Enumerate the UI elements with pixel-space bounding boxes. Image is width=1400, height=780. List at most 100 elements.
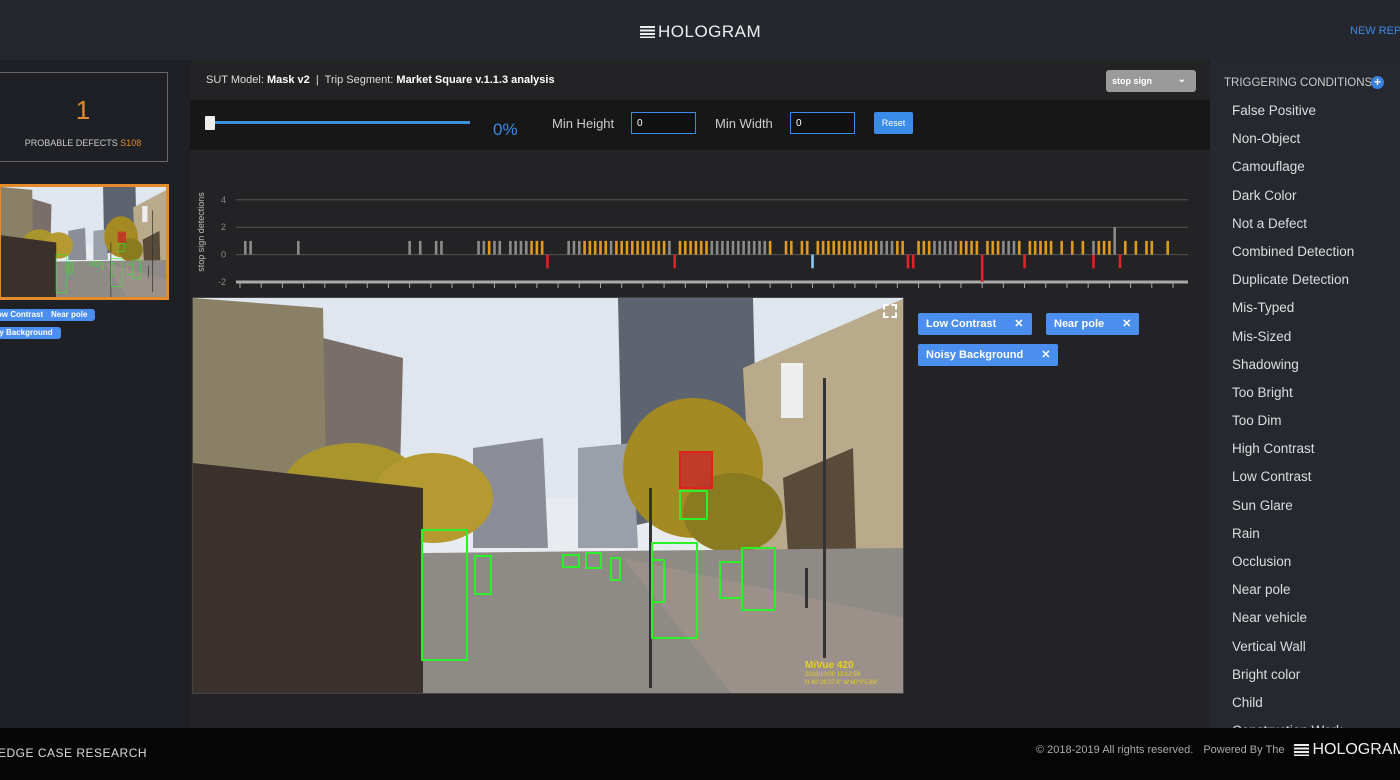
bar-gray-s11 <box>297 240 300 255</box>
y-tick-label: 2 <box>221 222 226 232</box>
condition-item[interactable]: Mis-Sized <box>1232 328 1354 356</box>
condition-item[interactable]: Low Contrast <box>1232 468 1354 496</box>
bar-orange-s130 <box>927 240 931 255</box>
bar-gray-s91 <box>721 240 724 255</box>
bar-orange-s104 <box>790 240 793 255</box>
frame-image[interactable]: MiVue 420 2018/10/30 13:12:59 N 40°26'27… <box>192 297 904 694</box>
defect-thumbnail[interactable] <box>0 184 169 300</box>
bar-gray-s93 <box>731 240 735 255</box>
condition-item[interactable]: Not a Defect <box>1232 215 1354 243</box>
tag-label: Low Contrast <box>926 318 997 330</box>
bar-orange-s142 <box>991 240 995 255</box>
overlay-time: 2018/10/30 13:12:59 <box>805 672 861 678</box>
close-icon[interactable]: ✕ <box>1122 318 1131 330</box>
bar-orange-s151 <box>1039 240 1042 255</box>
footer-credits: © 2018-2019 All rights reserved. Powered… <box>1036 741 1400 759</box>
bar-gray-s53 <box>519 240 523 255</box>
condition-item[interactable]: High Contrast <box>1232 440 1354 468</box>
condition-item[interactable]: Non-Object <box>1232 130 1354 158</box>
bar-orange-s117 <box>858 240 862 255</box>
probable-defects-card[interactable]: 1 PROBABLE DEFECTS S108 <box>0 72 168 162</box>
bar-orange-s139 <box>975 240 979 255</box>
bar-orange-s100 <box>768 240 772 255</box>
condition-item[interactable]: Vertical Wall <box>1232 638 1354 666</box>
bar-gray-s131 <box>933 240 936 255</box>
bar-red-s58 <box>546 254 549 269</box>
defect-count: 1 <box>75 95 91 125</box>
min-width-input[interactable] <box>790 112 855 134</box>
bar-gray-s133 <box>943 240 947 255</box>
condition-item[interactable]: False Positive <box>1232 102 1354 130</box>
bar-orange-s72 <box>620 240 623 255</box>
object-class-select[interactable]: stop sign ⌄ <box>1106 70 1196 92</box>
thumb-tag: Noisy Background <box>0 327 61 339</box>
bar-orange-s116 <box>853 240 857 255</box>
condition-item[interactable]: Duplicate Detection <box>1232 271 1354 299</box>
bar-gray-s145 <box>1007 240 1010 255</box>
condition-item[interactable]: Combined Detection <box>1232 243 1354 271</box>
bar-gray-s45 <box>477 240 480 255</box>
slider-value: 0% <box>493 120 518 139</box>
select-value: stop sign <box>1112 76 1152 86</box>
bar-orange-s155 <box>1060 240 1063 255</box>
segment-label: Trip Segment: <box>324 74 394 86</box>
condition-item[interactable]: Dark Color <box>1232 187 1354 215</box>
bar-gray-s89 <box>710 240 714 255</box>
street-scene: MiVue 420 2018/10/30 13:12:59 N 40°26'27… <box>193 298 903 693</box>
bar-orange-s137 <box>964 240 968 255</box>
overlay-brand: MiVue 420 <box>805 660 854 671</box>
condition-item[interactable]: Too Bright <box>1232 384 1354 412</box>
add-condition-icon[interactable]: + <box>1371 76 1384 89</box>
threshold-slider[interactable] <box>208 121 470 124</box>
segment-name: Market Square v.1.1.3 analysis <box>396 74 555 86</box>
bar-gray-s134 <box>949 240 952 255</box>
bar-orange-s87 <box>699 240 703 255</box>
bar-orange-s119 <box>869 240 873 255</box>
condition-item[interactable]: Child <box>1232 694 1354 722</box>
bar-orange-s111 <box>827 240 830 255</box>
close-icon[interactable]: ✕ <box>1014 318 1023 330</box>
bar-orange-s66 <box>588 240 592 255</box>
hologram-logo-icon <box>1294 744 1310 756</box>
bar-blue-s108 <box>811 254 814 269</box>
main-panel: SUT Model: Mask v2 | Trip Segment: Marke… <box>190 60 1210 728</box>
reset-button[interactable]: Reset <box>874 112 913 134</box>
bar-orange-s115 <box>848 240 851 255</box>
bar-orange-s128 <box>917 240 920 255</box>
condition-item[interactable]: Too Dim <box>1232 412 1354 440</box>
detections-chart[interactable]: -2024stop sign detectionss0s4s8s12s16s20… <box>190 155 1200 290</box>
bar-orange-s162 <box>1097 240 1101 255</box>
bar-orange-s107 <box>805 240 809 255</box>
bar-orange-s75 <box>636 240 639 255</box>
bar-orange-s171 <box>1145 240 1148 255</box>
bar-orange-s138 <box>970 240 973 255</box>
condition-tag: Low Contrast ✕ <box>918 313 1032 335</box>
min-height-input[interactable] <box>631 112 696 134</box>
close-icon[interactable]: ✕ <box>1041 349 1050 361</box>
bar-gray-s48 <box>493 240 496 255</box>
bar-orange-s85 <box>689 240 692 255</box>
condition-item[interactable]: Bright color <box>1232 666 1354 694</box>
tag-label: Near pole <box>1054 318 1105 330</box>
copyright: © 2018-2019 All rights reserved. <box>1036 744 1194 756</box>
defect-id: S108 <box>120 138 142 148</box>
condition-item[interactable]: Mis-Typed <box>1232 299 1354 327</box>
condition-item[interactable]: Camouflage <box>1232 158 1354 186</box>
company-name: EDGE CASE RESEARCH <box>0 746 148 760</box>
slider-handle[interactable] <box>205 116 215 130</box>
condition-item[interactable]: Occlusion <box>1232 553 1354 581</box>
condition-item[interactable]: Rain <box>1232 525 1354 553</box>
bar-gray-s90 <box>715 240 719 255</box>
defects-panel: 1 PROBABLE DEFECTS S108 Low Contrast Nea… <box>0 60 190 728</box>
segment-info: SUT Model: Mask v2 | Trip Segment: Marke… <box>206 74 555 86</box>
condition-item[interactable]: Shadowing <box>1232 356 1354 384</box>
condition-item[interactable]: Near vehicle <box>1232 609 1354 637</box>
app-logo[interactable]: HOLOGRAM <box>640 22 761 42</box>
bar-orange-s114 <box>843 240 846 255</box>
bar-orange-s74 <box>630 240 634 255</box>
condition-item[interactable]: Near pole <box>1232 581 1354 609</box>
new-report-link[interactable]: NEW REPORT <box>1350 25 1400 37</box>
condition-item[interactable]: Sun Glare <box>1232 497 1354 525</box>
bar-orange-s150 <box>1033 240 1037 255</box>
bar-red-s140 <box>980 254 984 282</box>
